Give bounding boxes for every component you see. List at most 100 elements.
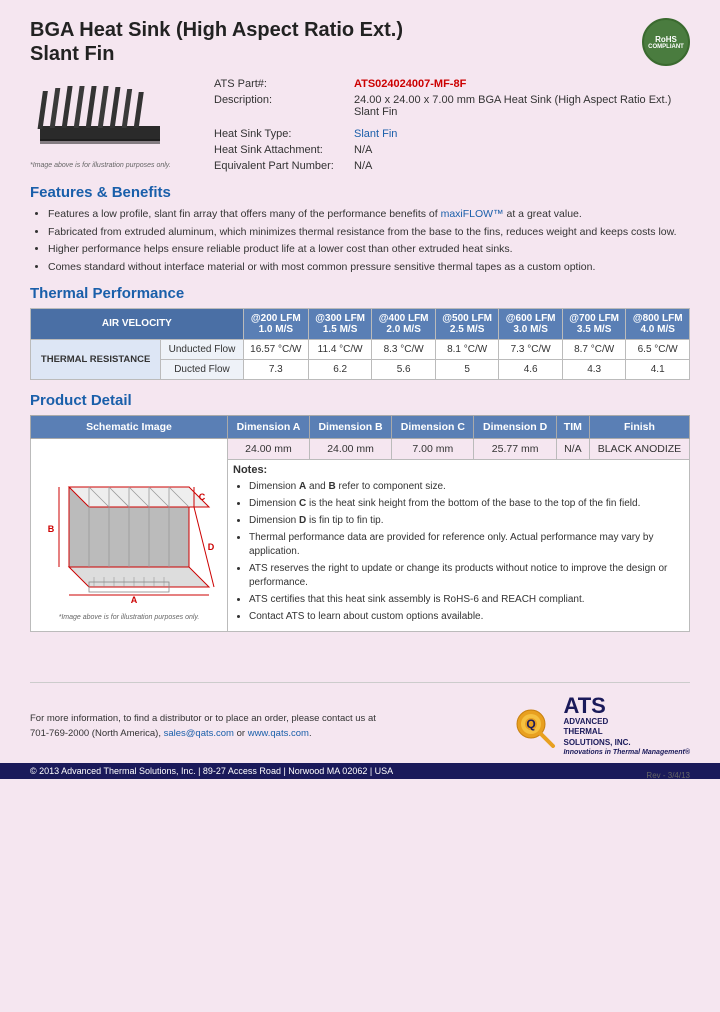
data-cell: 7.3 [243,359,308,379]
thermal-header: Thermal Performance [30,285,690,302]
features-header: Features & Benefits [30,184,690,201]
notes-list: Dimension A and B refer to component siz… [249,480,684,624]
maxiflow-link[interactable]: maxiFLOW™ [441,208,504,220]
ats-q-icon: Q [513,704,557,748]
schematic-drawing: A B C D [39,447,219,607]
dim-a-value: 24.00 mm [228,438,310,459]
equiv-label: Equivalent Part Number: [210,158,350,174]
svg-text:C: C [199,492,206,502]
dim-b-header: Dimension B [309,415,391,438]
header: BGA Heat Sink (High Aspect Ratio Ext.) S… [30,18,690,66]
data-cell: 8.3 °C/W [372,339,436,359]
image-caption: *Image above is for illustration purpose… [30,162,190,169]
dim-c-header: Dimension C [392,415,474,438]
attachment-label: Heat Sink Attachment: [210,142,350,158]
data-cell: 7.3 °C/W [499,339,563,359]
email-link[interactable]: sales@qats.com [164,728,234,739]
type-row: Heat Sink Type: Slant Fin [210,126,690,142]
website-link[interactable]: www.qats.com [248,728,309,739]
data-cell: 4.3 [562,359,626,379]
notes-label: Notes: [233,464,267,476]
ats-text-logo: ATS ADVANCED THERMAL SOLUTIONS, INC. Inn… [563,695,690,757]
ats-tagline: Innovations in Thermal Management® [563,748,690,757]
page-title: BGA Heat Sink (High Aspect Ratio Ext.) S… [30,18,403,66]
type-value: Slant Fin [350,126,690,142]
dimension-row: A B C D [31,438,690,459]
svg-text:Q: Q [527,717,536,731]
schematic-cell: A B C D [31,438,228,631]
col-200: @200 LFM1.0 M/S [243,308,308,339]
type-label: Heat Sink Type: [210,126,350,142]
ducted-label: Ducted Flow [161,359,243,379]
product-image-block: *Image above is for illustration purpose… [30,76,190,174]
product-info: *Image above is for illustration purpose… [30,76,690,174]
col-600: @600 LFM3.0 M/S [499,308,563,339]
product-details: ATS Part#: ATS024024007-MF-8F Descriptio… [210,76,690,174]
title-block: BGA Heat Sink (High Aspect Ratio Ext.) S… [30,18,403,66]
equiv-value: N/A [350,158,690,174]
data-cell: 6.2 [308,359,372,379]
thermal-resistance-label: THERMAL RESISTANCE [31,339,161,379]
product-detail-table: Schematic Image Dimension A Dimension B … [30,415,690,632]
col-800: @800 LFM4.0 M/S [626,308,690,339]
list-item: Dimension D is fin tip to fin tip. [249,514,684,528]
desc-label: Description: [210,92,350,120]
footer-logo: Q ATS ADVANCED THERMAL SOLUTIONS, INC. I… [513,695,690,757]
detail-header-row: Schematic Image Dimension A Dimension B … [31,415,690,438]
svg-text:D: D [208,542,215,552]
list-item: Features a low profile, slant fin array … [48,207,690,222]
part-number: ATS024024007-MF-8F [350,76,690,92]
thermal-table: AIR VELOCITY @200 LFM1.0 M/S @300 LFM1.5… [30,308,690,380]
type-link[interactable]: Slant Fin [354,128,397,140]
product-detail-header: Product Detail [30,392,690,409]
svg-text:A: A [131,595,138,605]
attachment-value: N/A [350,142,690,158]
part-label: ATS Part#: [210,76,350,92]
data-cell: 6.5 °C/W [626,339,690,359]
data-cell: 5.6 [372,359,436,379]
data-cell: 8.1 °C/W [435,339,499,359]
list-item: Thermal performance data are provided fo… [249,531,684,559]
heatsink-image [30,76,170,156]
equiv-row: Equivalent Part Number: N/A [210,158,690,174]
list-item: Dimension A and B refer to component siz… [249,480,684,494]
data-cell: 4.6 [499,359,563,379]
data-cell: 16.57 °C/W [243,339,308,359]
detail-table: ATS Part#: ATS024024007-MF-8F Descriptio… [210,76,690,174]
dim-d-header: Dimension D [474,415,556,438]
list-item: Comes standard without interface materia… [48,260,690,275]
list-item: Fabricated from extruded aluminum, which… [48,225,690,240]
ats-logo: Q ATS ADVANCED THERMAL SOLUTIONS, INC. I… [513,695,690,757]
data-cell: 8.7 °C/W [562,339,626,359]
col-700: @700 LFM3.5 M/S [562,308,626,339]
data-cell: 5 [435,359,499,379]
features-list: Features a low profile, slant fin array … [48,207,690,275]
copyright-text: © 2013 Advanced Thermal Solutions, Inc. … [30,766,393,776]
dim-c-value: 7.00 mm [392,438,474,459]
air-velocity-header: AIR VELOCITY [31,308,244,339]
attachment-row: Heat Sink Attachment: N/A [210,142,690,158]
rohs-badge: RoHS COMPLIANT [642,18,690,66]
data-cell: 4.1 [626,359,690,379]
dim-b-value: 24.00 mm [309,438,391,459]
footer-contact: For more information, to find a distribu… [30,711,376,741]
col-300: @300 LFM1.5 M/S [308,308,372,339]
part-number-link[interactable]: ATS024024007-MF-8F [354,78,466,90]
dim-d-value: 25.77 mm [474,438,556,459]
col-400: @400 LFM2.0 M/S [372,308,436,339]
unducted-row: THERMAL RESISTANCE Unducted Flow 16.57 °… [31,339,690,359]
tim-value: N/A [556,438,589,459]
list-item: Contact ATS to learn about custom option… [249,610,684,624]
list-item: ATS reserves the right to update or chan… [249,562,684,590]
page: BGA Heat Sink (High Aspect Ratio Ext.) S… [0,0,720,790]
schematic-header: Schematic Image [31,415,228,438]
list-item: Dimension C is the heat sink height from… [249,497,684,511]
finish-header: Finish [589,415,689,438]
svg-text:B: B [48,524,55,534]
part-number-row: ATS Part#: ATS024024007-MF-8F [210,76,690,92]
notes-cell: Notes: Dimension A and B refer to compon… [228,459,690,631]
data-cell: 11.4 °C/W [308,339,372,359]
finish-value: BLACK ANODIZE [589,438,689,459]
description-value: 24.00 x 24.00 x 7.00 mm BGA Heat Sink (H… [350,92,690,120]
list-item: ATS certifies that this heat sink assemb… [249,593,684,607]
